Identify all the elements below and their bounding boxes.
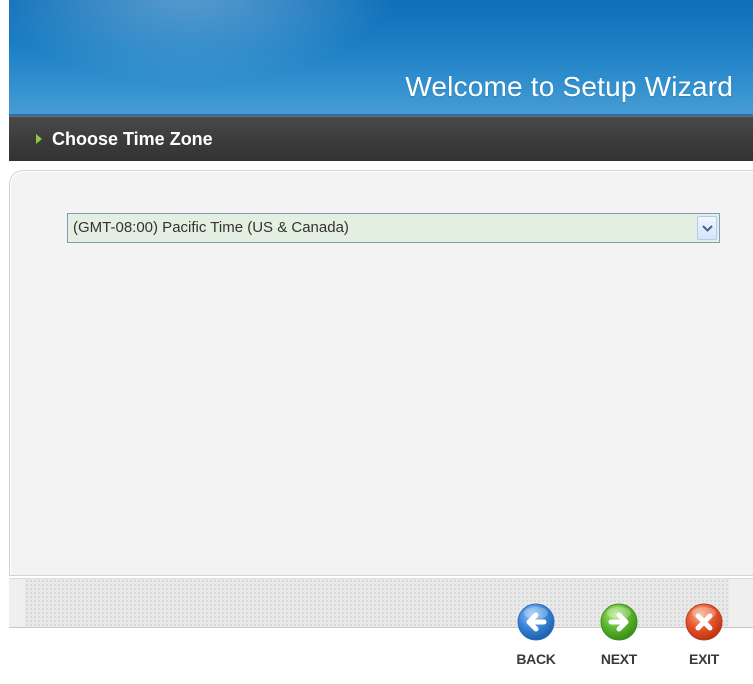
exit-label: EXIT (689, 651, 719, 667)
back-button[interactable]: BACK (504, 602, 568, 672)
close-icon (685, 603, 723, 641)
next-button[interactable]: NEXT (587, 602, 651, 672)
next-arrow-icon (600, 603, 638, 641)
dropdown-button[interactable] (697, 216, 717, 240)
chevron-down-icon (702, 225, 713, 232)
back-arrow-icon (517, 603, 555, 641)
arrow-bullet-icon (36, 134, 42, 144)
timezone-select-value: (GMT-08:00) Pacific Time (US & Canada) (73, 219, 349, 236)
next-label: NEXT (600, 651, 638, 667)
section-title-bar: Choose Time Zone (9, 116, 753, 161)
back-label: BACK (516, 651, 556, 667)
wizard-title: Welcome to Setup Wizard (405, 71, 733, 102)
wizard-header: Welcome to Setup Wizard (9, 0, 753, 116)
timezone-select[interactable]: (GMT-08:00) Pacific Time (US & Canada) (67, 213, 720, 243)
exit-button[interactable]: EXIT (672, 602, 736, 672)
section-title: Choose Time Zone (52, 129, 213, 149)
